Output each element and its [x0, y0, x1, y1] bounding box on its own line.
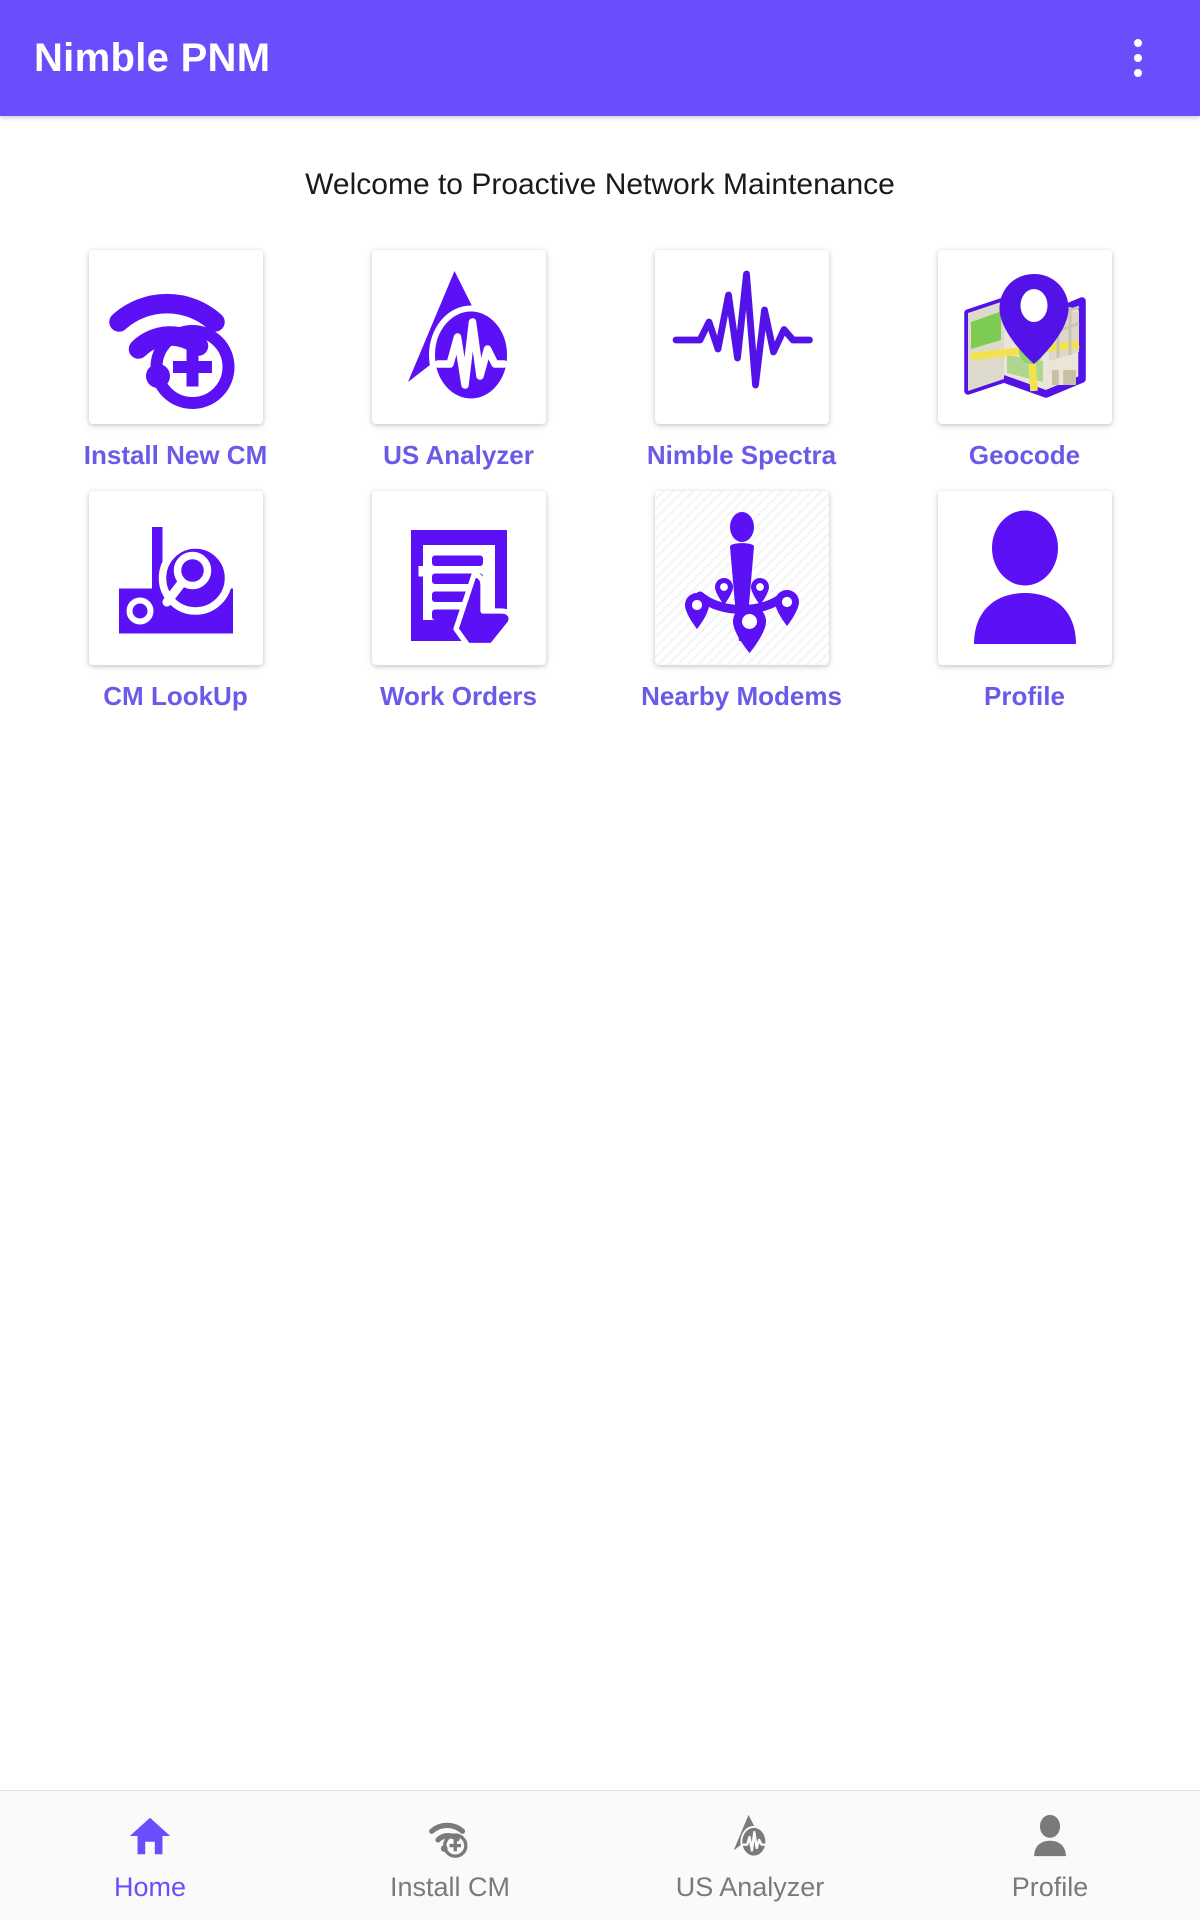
nav-label: Install CM [389, 1872, 511, 1902]
tile-profile[interactable]: Profile [917, 491, 1133, 712]
tile-nimble-spectra[interactable]: Nimble Spectra [634, 250, 850, 471]
tile-card[interactable] [654, 250, 829, 424]
person-location-pins-icon [684, 512, 799, 653]
tile-label: Profile [984, 681, 1065, 711]
modem-search-icon [118, 527, 233, 634]
bottom-navigation-bar: Home Install CM US Analyzer Profile [0, 1790, 1200, 1920]
tile-card[interactable] [937, 491, 1112, 665]
more-vert-icon[interactable] [1106, 26, 1170, 90]
pulse-waveform-icon [672, 270, 813, 389]
nav-label: Profile [1011, 1872, 1089, 1902]
more-dot [1134, 39, 1142, 47]
tile-geocode[interactable]: Geocode [917, 250, 1133, 471]
nav-item-install-cm[interactable]: Install CM [300, 1791, 600, 1920]
nav-item-home[interactable]: Home [0, 1791, 300, 1920]
navigation-waveform-icon [407, 271, 513, 405]
tile-install-new-cm[interactable]: Install New CM [68, 250, 284, 471]
wifi-plus-icon [108, 294, 234, 409]
tile-card[interactable] [371, 491, 546, 665]
nav-item-us-analyzer[interactable]: US Analyzer [600, 1791, 900, 1920]
person-avatar-icon [1026, 1808, 1074, 1864]
tile-label: Work Orders [379, 681, 537, 711]
nav-label: US Analyzer [675, 1872, 825, 1902]
tile-card[interactable] [654, 491, 829, 665]
tile-card[interactable] [88, 250, 263, 424]
wifi-plus-icon [426, 1808, 474, 1864]
tile-label: Install New CM [83, 440, 268, 470]
welcome-heading: Welcome to Proactive Network Maintenance [305, 168, 895, 201]
more-dot [1134, 54, 1142, 62]
person-avatar-icon [973, 510, 1076, 644]
tile-cm-lookup[interactable]: CM LookUp [68, 491, 284, 712]
map-pin-icon [963, 274, 1086, 398]
tile-label: Nearby Modems [641, 681, 842, 711]
tile-card[interactable] [371, 250, 546, 424]
app-screen: Nimble PNM Welcome to Proactive Network … [0, 0, 1200, 1920]
navigation-waveform-icon [726, 1808, 774, 1864]
tile-label: US Analyzer [383, 440, 534, 470]
tile-card[interactable] [88, 491, 263, 665]
tile-card[interactable] [937, 250, 1112, 424]
nav-label: Home [113, 1872, 187, 1902]
tile-us-analyzer[interactable]: US Analyzer [351, 250, 567, 471]
document-hand-icon [410, 530, 514, 649]
app-title: Nimble PNM [34, 35, 271, 80]
feature-grid: Install New CM US Analyzer Nimble Spectr… [0, 250, 1200, 712]
tile-label: CM LookUp [103, 681, 248, 711]
more-dot [1134, 69, 1142, 77]
app-bar: Nimble PNM [0, 0, 1200, 116]
tile-work-orders[interactable]: Work Orders [351, 491, 567, 712]
home-icon [126, 1808, 174, 1864]
main-content: Welcome to Proactive Network Maintenance [0, 116, 1200, 1790]
tile-label: Nimble Spectra [646, 440, 837, 470]
nav-item-profile[interactable]: Profile [900, 1791, 1200, 1920]
tile-label: Geocode [968, 440, 1081, 470]
tile-nearby-modems[interactable]: Nearby Modems [634, 491, 850, 712]
